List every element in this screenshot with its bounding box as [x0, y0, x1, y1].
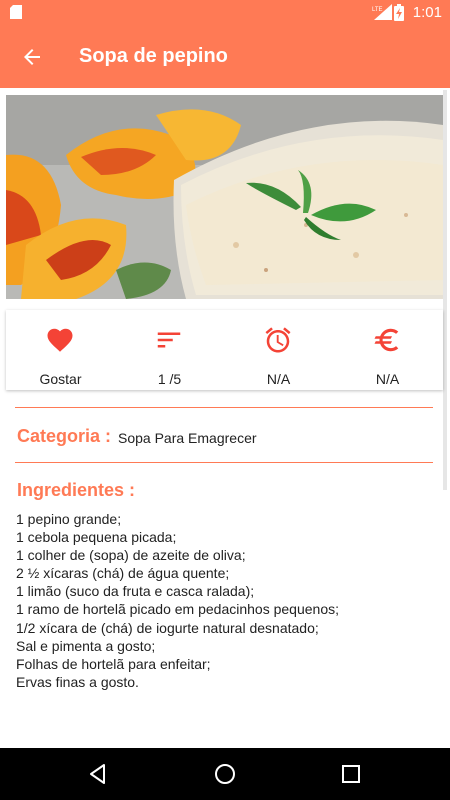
ingredients-label: Ingredientes : [17, 480, 136, 500]
page-title: Sopa de pepino [79, 45, 228, 67]
divider-middle [15, 462, 433, 463]
euro-icon [374, 328, 399, 352]
alarm-clock-icon [265, 327, 291, 353]
home-circle-icon[interactable] [213, 762, 237, 786]
app-bar: Sopa de pepino [0, 25, 450, 88]
back-triangle-icon[interactable] [86, 762, 110, 786]
ingredient-item: 1 ramo de hortelã picado em pedacinhos p… [16, 601, 339, 618]
ingredients-list: 1 pepino grande; 1 cebola pequena picada… [16, 510, 339, 691]
status-bar: LTE 1:01 [0, 0, 450, 25]
signal-icon: LTE [372, 4, 392, 20]
ingredient-item: Sal e pimenta a gosto; [16, 637, 156, 654]
navigation-bar [0, 748, 450, 800]
time-label: N/A [266, 371, 291, 387]
recents-square-icon[interactable] [339, 762, 363, 786]
arrow-back-icon[interactable] [20, 45, 44, 69]
battery-charging-icon [394, 4, 404, 21]
ingredient-item: 1/2 xícara de (chá) de iogurte natural d… [16, 619, 319, 636]
ingredient-item: Folhas de hortelã para enfeitar; [16, 655, 211, 672]
ingredient-item: 1 cebola pequena picada; [16, 529, 177, 546]
ingredient-item: 1 colher de (sopa) de azeite de oliva; [16, 547, 246, 564]
sd-card-icon [10, 5, 22, 19]
heart-icon [47, 328, 73, 352]
rating-button[interactable]: 1 /5 [115, 310, 224, 390]
time-stat[interactable]: N/A [224, 310, 333, 390]
like-label: Gostar [39, 371, 82, 387]
ingredient-item: 1 pepino grande; [16, 511, 122, 527]
status-time: 1:01 [412, 4, 442, 21]
recipe-image [6, 95, 443, 299]
ingredient-item: 2 ½ xícaras (chá) de água quente; [16, 565, 230, 582]
category-label: Categoria : [17, 426, 112, 446]
scrollbar[interactable] [443, 90, 447, 490]
like-button[interactable]: Gostar [6, 310, 115, 390]
sort-rating-icon [157, 332, 181, 348]
ingredient-item: 1 limão (suco da fruta e casca ralada); [16, 583, 255, 600]
recipe-stats-card: Gostar 1 /5 N/A N/A [6, 310, 443, 390]
rating-label: 1 /5 [157, 371, 182, 387]
ingredient-item: Ervas finas a gosto. [16, 673, 139, 690]
cost-label: N/A [375, 371, 400, 387]
svg-text:LTE: LTE [372, 7, 383, 13]
divider-top [15, 407, 433, 408]
category-value: Sopa Para Emagrecer [118, 430, 257, 446]
cost-stat[interactable]: N/A [333, 310, 442, 390]
